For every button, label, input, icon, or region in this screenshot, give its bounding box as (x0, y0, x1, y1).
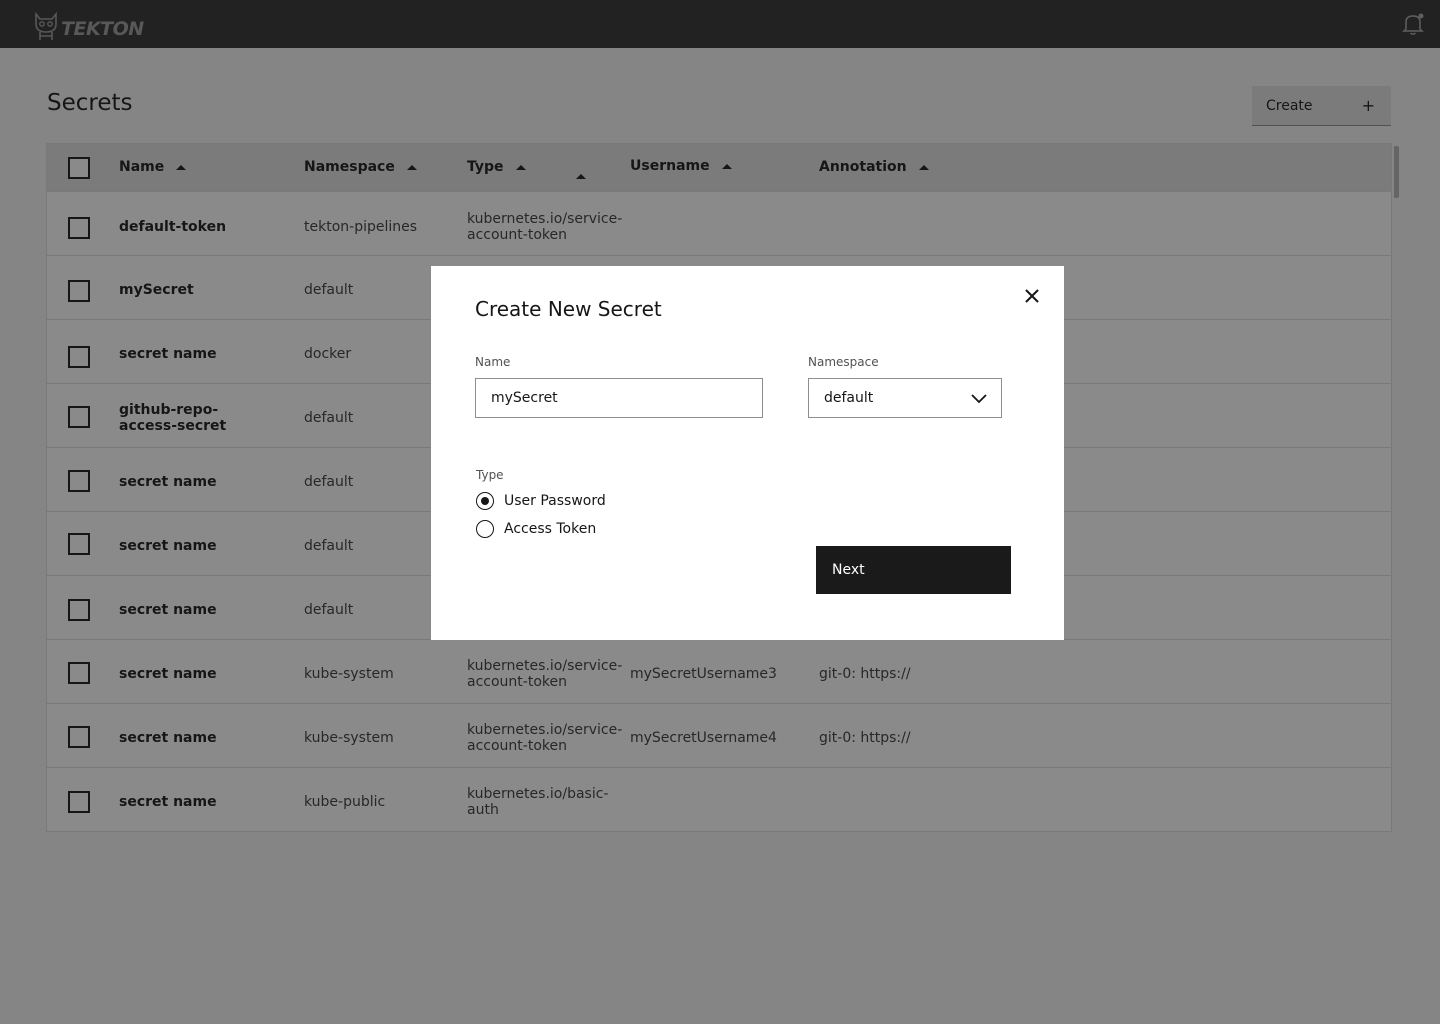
radio-button-checked[interactable] (476, 492, 494, 510)
name-label: Name (475, 355, 511, 369)
namespace-select-value: default (824, 390, 874, 406)
next-button[interactable]: Next (816, 546, 1011, 594)
radio-button[interactable] (476, 520, 494, 538)
radio-user-password[interactable]: User Password (476, 492, 606, 510)
modal-title: Create New Secret (475, 297, 662, 321)
radio-label: User Password (504, 493, 606, 509)
namespace-select[interactable]: default (808, 378, 1002, 418)
close-icon[interactable] (1021, 285, 1043, 307)
name-input[interactable]: mySecret (475, 378, 763, 418)
namespace-label: Namespace (808, 355, 879, 369)
radio-label: Access Token (504, 521, 597, 537)
chevron-down-icon (971, 394, 987, 404)
radio-access-token[interactable]: Access Token (476, 520, 596, 538)
type-label: Type (476, 468, 504, 482)
create-secret-modal: Create New Secret Name mySecret Namespac… (431, 266, 1064, 640)
